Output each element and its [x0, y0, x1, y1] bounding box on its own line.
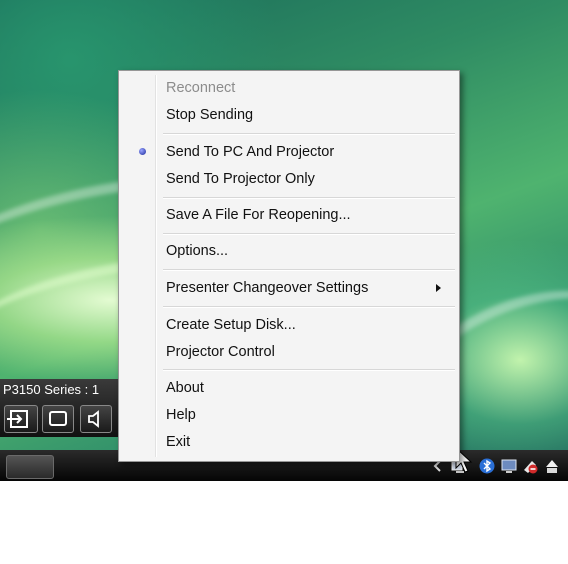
context-menu: Reconnect Stop Sending Send To PC And Pr… — [118, 70, 460, 462]
submenu-arrow-icon — [436, 284, 441, 292]
menu-item-options[interactable]: Options... — [166, 240, 228, 262]
menu-separator — [163, 233, 455, 235]
menu-separator — [163, 369, 455, 371]
input-source-button[interactable] — [4, 405, 38, 433]
menu-item-send-to-projector-only[interactable]: Send To Projector Only — [166, 168, 315, 190]
menu-item-send-to-pc-and-projector[interactable]: Send To PC And Projector — [166, 141, 334, 163]
speaker-icon — [88, 410, 99, 428]
menu-item-create-setup-disk[interactable]: Create Setup Disk... — [166, 314, 296, 336]
taskbar-button[interactable] — [6, 455, 54, 479]
projector-series-label: P3150 Series : 1 — [3, 382, 100, 397]
radio-bullet-icon — [139, 148, 146, 155]
menu-item-presenter-changeover-settings[interactable]: Presenter Changeover Settings — [166, 277, 368, 299]
screen-icon — [49, 411, 67, 426]
menu-separator — [163, 133, 455, 135]
menu-item-about[interactable]: About — [166, 377, 204, 399]
menu-separator — [163, 269, 455, 271]
menu-item-stop-sending[interactable]: Stop Sending — [166, 104, 253, 126]
menu-item-save-file-for-reopening[interactable]: Save A File For Reopening... — [166, 204, 351, 226]
volume-button[interactable] — [80, 405, 112, 433]
menu-item-exit[interactable]: Exit — [166, 431, 190, 453]
screen-button[interactable] — [42, 405, 74, 433]
menu-item-reconnect: Reconnect — [166, 80, 236, 96]
monitor-icon[interactable] — [501, 458, 517, 474]
menu-gutter — [155, 75, 157, 457]
menu-separator — [163, 197, 455, 199]
input-icon — [7, 410, 28, 428]
menu-item-projector-control[interactable]: Projector Control — [166, 341, 275, 363]
eject-icon[interactable] — [544, 458, 560, 474]
menu-item-help[interactable]: Help — [166, 404, 196, 426]
menu-separator — [163, 306, 455, 308]
bluetooth-icon[interactable] — [479, 458, 495, 474]
security-icon[interactable] — [522, 458, 538, 474]
